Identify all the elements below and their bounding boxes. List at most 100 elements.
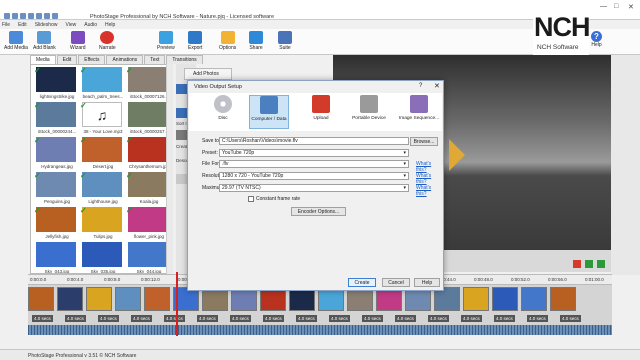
tab-animations[interactable]: Animations xyxy=(106,55,144,64)
timeline-clip[interactable] xyxy=(463,287,489,311)
media-item[interactable]: ✓ iStock_00007126... xyxy=(126,67,168,101)
preset-select[interactable]: YouTube 720p xyxy=(219,149,409,157)
next-icon[interactable] xyxy=(597,260,605,268)
media-item[interactable]: iStock_00000257... xyxy=(126,102,168,136)
add-blank-button[interactable]: Add Blank xyxy=(33,31,56,51)
frame-rate-select[interactable]: 29.97 (TV NTSC) xyxy=(219,184,409,192)
tab-effects[interactable]: Effects xyxy=(78,55,106,64)
timeline-clip[interactable] xyxy=(28,287,54,311)
timeline-clip[interactable] xyxy=(144,287,170,311)
media-scrollbar[interactable] xyxy=(166,64,173,274)
clip-duration[interactable]: 4.0 secs xyxy=(197,315,218,322)
tab-transitions[interactable]: Transitions xyxy=(166,55,203,64)
menu-audio[interactable]: Audio xyxy=(84,22,97,28)
close-icon[interactable]: ✕ xyxy=(628,3,634,11)
new-icon[interactable] xyxy=(12,13,18,19)
clip-duration[interactable]: 4.0 secs xyxy=(395,315,416,322)
encoder-options-button[interactable]: Encoder Options... xyxy=(291,207,346,216)
clip-duration[interactable]: 4.0 secs xyxy=(560,315,581,322)
clip-duration[interactable]: 4.0 secs xyxy=(230,315,251,322)
open-icon[interactable] xyxy=(20,13,26,19)
media-item[interactable]: ✓ Lighthouse.jpg xyxy=(80,172,122,206)
clip-duration[interactable]: 4.0 secs xyxy=(65,315,86,322)
clip-duration[interactable]: 4.0 secs xyxy=(461,315,482,322)
constant-frame-rate-checkbox[interactable] xyxy=(248,196,254,202)
media-item[interactable]: ✓ flower_pink.jpg xyxy=(126,207,168,241)
clip-duration[interactable]: 4.0 secs xyxy=(131,315,152,322)
audio-waveform[interactable] xyxy=(28,325,612,335)
timeline-clip[interactable] xyxy=(86,287,112,311)
media-item[interactable]: ✓ Desert.jpg xyxy=(80,137,122,171)
share-button[interactable]: Share xyxy=(249,31,263,51)
target-disc[interactable]: Disc xyxy=(203,95,243,129)
whats-this-resolution-link[interactable]: What's this? xyxy=(416,173,443,185)
browse-button[interactable]: Browse... xyxy=(410,137,438,146)
add-media-button[interactable]: Add Media xyxy=(4,31,28,51)
media-item[interactable]: ✓ Penguins.jpg xyxy=(34,172,76,206)
stop-icon[interactable] xyxy=(573,260,581,268)
target-computer[interactable]: Computer / Data xyxy=(249,95,289,129)
timeline-clip[interactable] xyxy=(57,287,83,311)
file-format-select[interactable]: .flv xyxy=(219,160,409,168)
tab-text[interactable]: Text xyxy=(144,55,166,64)
tab-edit[interactable]: Edit xyxy=(56,55,78,64)
narrate-button[interactable]: Narrate xyxy=(99,31,116,51)
media-item[interactable]: ✓ Hydrangeas.jpg xyxy=(34,137,76,171)
menu-file[interactable]: File xyxy=(2,22,10,28)
menu-slideshow[interactable]: Slideshow xyxy=(35,22,58,28)
media-item[interactable]: ✓ Chrysanthemum.jpg xyxy=(126,137,169,171)
media-item[interactable]: ✓ beach_palm_trees... xyxy=(80,67,123,101)
resolution-select[interactable]: 1280 x 720 - YouTube 720p xyxy=(219,172,409,180)
timeline-clip[interactable] xyxy=(492,287,518,311)
clip-duration[interactable]: 4.0 secs xyxy=(428,315,449,322)
media-item[interactable]: Sky_044.jpg xyxy=(126,242,168,273)
options-button[interactable]: Options xyxy=(219,31,236,51)
playhead[interactable] xyxy=(176,272,178,336)
menu-help[interactable]: Help xyxy=(105,22,115,28)
help-button[interactable]: ? Help xyxy=(591,31,602,48)
redo-icon[interactable] xyxy=(36,13,42,19)
media-item[interactable]: ♫ ✓ 38 - Your Love.mp3 xyxy=(80,102,123,136)
media-item[interactable]: ✓ Jellyfish.jpg xyxy=(34,207,76,241)
target-portable[interactable]: Portable Device xyxy=(349,95,389,129)
save-icon[interactable] xyxy=(4,13,10,19)
tab-media[interactable]: Media xyxy=(30,55,56,64)
media-item[interactable]: Sky_043.jpg xyxy=(34,242,76,273)
undo-icon[interactable] xyxy=(28,13,34,19)
media-item[interactable]: ✓ Koala.jpg xyxy=(126,172,168,206)
whats-this-framerate-link[interactable]: What's this? xyxy=(416,185,443,197)
add-photos-button[interactable]: Add Photos xyxy=(184,68,232,80)
clip-duration[interactable]: 4.0 secs xyxy=(296,315,317,322)
minimize-icon[interactable]: — xyxy=(600,3,607,10)
dialog-close-icon[interactable]: ✕ xyxy=(434,82,440,90)
customize-icon[interactable] xyxy=(52,13,58,19)
export-button[interactable]: Export xyxy=(188,31,202,51)
media-item[interactable]: ✓ Tulips.jpg xyxy=(80,207,122,241)
timeline-clip[interactable] xyxy=(521,287,547,311)
play-icon[interactable] xyxy=(585,260,593,268)
clip-duration[interactable]: 4.0 secs xyxy=(329,315,350,322)
save-path-field[interactable]: C:\Users\Roshan\Videos\movie.flv xyxy=(219,137,409,145)
dialog-help-button[interactable]: Help xyxy=(414,278,440,287)
media-item[interactable]: Sky_035.jpg xyxy=(80,242,122,273)
clip-duration[interactable]: 4.0 secs xyxy=(362,315,383,322)
menu-edit[interactable]: Edit xyxy=(18,22,27,28)
media-item[interactable]: ✓ iStock_00000244... xyxy=(34,102,76,136)
clip-duration[interactable]: 4.0 secs xyxy=(32,315,53,322)
timeline-clip[interactable] xyxy=(550,287,576,311)
suite-button[interactable]: Suite xyxy=(278,31,292,51)
clip-duration[interactable]: 4.0 secs xyxy=(164,315,185,322)
preview-button[interactable]: Preview xyxy=(157,31,175,51)
cancel-button[interactable]: Cancel xyxy=(382,278,410,287)
maximize-icon[interactable]: □ xyxy=(614,3,618,10)
target-image-sequence[interactable]: Image Sequence... xyxy=(399,95,439,129)
clip-duration[interactable]: 4.0 secs xyxy=(263,315,284,322)
delete-icon[interactable] xyxy=(44,13,50,19)
wizard-button[interactable]: Wizard xyxy=(70,31,86,51)
whats-this-format-link[interactable]: What's this? xyxy=(416,161,443,173)
timeline-clip[interactable] xyxy=(115,287,141,311)
target-upload[interactable]: Upload xyxy=(301,95,341,129)
create-button[interactable]: Create xyxy=(348,278,376,287)
media-item[interactable]: ✓ lightningstrike.jpg xyxy=(34,67,76,101)
clip-duration[interactable]: 4.0 secs xyxy=(494,315,515,322)
